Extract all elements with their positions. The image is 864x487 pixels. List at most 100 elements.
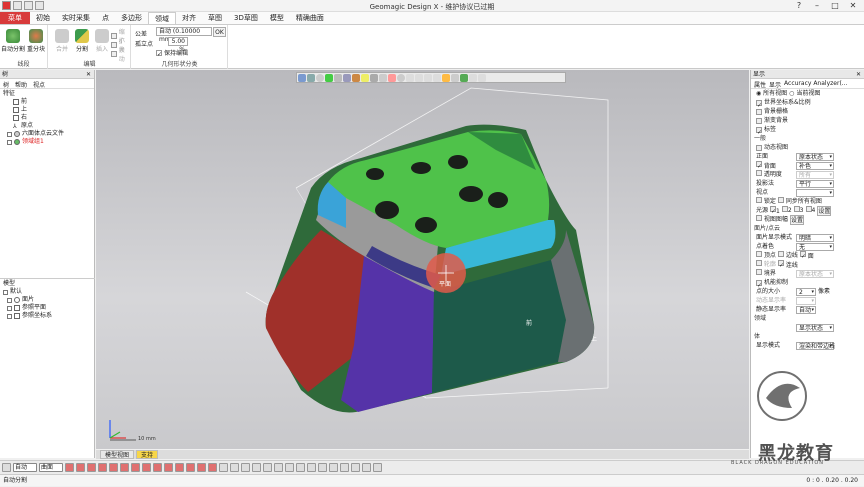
model-item-ref-plane[interactable]: 参照平面 bbox=[3, 304, 92, 312]
view-right-btn-icon[interactable] bbox=[274, 463, 283, 472]
auto-segment-button[interactable]: 自动分割 bbox=[1, 27, 25, 53]
boundary-select[interactable]: 原本状态 bbox=[796, 269, 834, 278]
tree-item-origin[interactable]: ⅄ 原点 bbox=[3, 122, 91, 130]
transparency-select[interactable]: 所有 bbox=[796, 170, 834, 179]
check-sync[interactable]: 同步所有视图 bbox=[777, 197, 822, 206]
filter-ref-icon[interactable] bbox=[208, 463, 217, 472]
region-mode-select[interactable]: 显示状态 bbox=[796, 323, 834, 332]
close-icon[interactable]: ✕ bbox=[844, 0, 862, 12]
menu-start[interactable]: 初始 bbox=[30, 12, 56, 24]
check-vertex[interactable]: 顶点 bbox=[756, 251, 776, 260]
model-item-ref-coord[interactable]: 参照坐标系 bbox=[3, 312, 92, 320]
pin-icon[interactable]: ✕ bbox=[86, 70, 91, 79]
view-bottom-btn-icon[interactable] bbox=[296, 463, 305, 472]
visibility-icon[interactable] bbox=[230, 463, 239, 472]
zoom-out-icon[interactable] bbox=[340, 463, 349, 472]
model-item-mesh[interactable]: 面片 bbox=[3, 296, 92, 304]
filter-face-icon[interactable] bbox=[87, 463, 96, 472]
mesh-mode-select[interactable]: 明暗 bbox=[796, 233, 834, 242]
settings-gear-icon[interactable] bbox=[219, 463, 228, 472]
view-tag-settings-button[interactable]: 设置 bbox=[789, 214, 804, 225]
check-world-coord[interactable]: ✓ 世界坐标系&比例 bbox=[751, 98, 864, 109]
check-face[interactable]: ✓ 面 bbox=[799, 250, 814, 261]
help-icon[interactable]: ? bbox=[790, 0, 808, 12]
display-mode-select[interactable]: 渲染和带边线 bbox=[796, 341, 835, 350]
filter-mesh-icon[interactable] bbox=[120, 463, 129, 472]
tree-item-region-group[interactable]: 领域组1 bbox=[3, 138, 91, 146]
maximize-icon[interactable]: □ bbox=[826, 0, 844, 12]
tab-help[interactable]: 帮助 bbox=[15, 80, 27, 89]
zoom-in-icon[interactable] bbox=[329, 463, 338, 472]
tab-viewpoint[interactable]: 视点 bbox=[33, 80, 45, 89]
light-1[interactable]: ✓1 bbox=[770, 205, 780, 216]
check-view-tag[interactable]: 视图图幅 bbox=[756, 215, 788, 224]
filter-coord-icon[interactable] bbox=[175, 463, 184, 472]
filter-curve-icon[interactable] bbox=[142, 463, 151, 472]
expand-icon[interactable] bbox=[7, 305, 12, 311]
filter-body-icon[interactable] bbox=[98, 463, 107, 472]
filter-sketch-icon[interactable] bbox=[131, 463, 140, 472]
boundary-label[interactable]: 境界 bbox=[756, 269, 794, 278]
dynamic-rate-spinner[interactable] bbox=[796, 296, 816, 305]
back-label[interactable]: ✓ 背面 bbox=[756, 160, 794, 171]
tab-display[interactable]: 显示 bbox=[769, 80, 781, 89]
filter-vector-icon[interactable] bbox=[164, 463, 173, 472]
menu-align[interactable]: 对齐 bbox=[176, 12, 202, 24]
radio-all-views[interactable]: ◉ 所有视图 bbox=[756, 89, 787, 98]
check-gradient-bg[interactable]: 渐变背景 bbox=[751, 116, 864, 125]
pan-icon[interactable] bbox=[351, 463, 360, 472]
expand-icon[interactable] bbox=[7, 131, 12, 137]
selection-mode-select[interactable]: 自动 bbox=[13, 463, 37, 472]
tree-item-front[interactable]: 前 bbox=[3, 98, 91, 106]
check-dynamic-view[interactable]: 动态视图 bbox=[751, 143, 864, 152]
tree-item-right[interactable]: 右 bbox=[3, 114, 91, 122]
minimize-icon[interactable]: – bbox=[808, 0, 826, 12]
viewpoint-select[interactable] bbox=[796, 188, 834, 197]
tab-support[interactable]: 支持 bbox=[136, 450, 159, 459]
menu-file[interactable]: 菜单 bbox=[0, 12, 30, 24]
filter-region-icon[interactable] bbox=[109, 463, 118, 472]
expand-icon[interactable] bbox=[3, 289, 8, 295]
menu-3d-sketch[interactable]: 3D草图 bbox=[228, 12, 264, 24]
ok-button[interactable]: OK bbox=[213, 27, 226, 37]
tab-model-view[interactable]: 模型视图 bbox=[100, 450, 135, 459]
snap-icon[interactable] bbox=[2, 463, 11, 472]
check-bg-grid[interactable]: 背景栅格 bbox=[751, 107, 864, 116]
expand-icon[interactable] bbox=[7, 297, 12, 303]
model-item-default[interactable]: 默认 bbox=[3, 288, 92, 296]
filter-cloud-icon[interactable] bbox=[186, 463, 195, 472]
front-select[interactable]: 原本状态 bbox=[796, 152, 834, 161]
tab-accuracy-analyzer[interactable]: Accuracy Analyzer(... bbox=[784, 80, 847, 87]
rotate-icon[interactable] bbox=[362, 463, 371, 472]
menu-sketch[interactable]: 草图 bbox=[202, 12, 228, 24]
view-iso-btn-icon[interactable] bbox=[307, 463, 316, 472]
projection-select[interactable]: 平行 bbox=[796, 179, 834, 188]
check-outline[interactable]: 轮廓 bbox=[756, 260, 776, 269]
check-labels[interactable]: ✓ 标签 bbox=[751, 125, 864, 136]
3d-viewport[interactable]: 前 上 平面 10 mm bbox=[96, 70, 749, 449]
menu-point[interactable]: 点 bbox=[96, 12, 115, 24]
radio-current-view[interactable]: ○ 当前视图 bbox=[789, 89, 820, 98]
view-front-btn-icon[interactable] bbox=[241, 463, 250, 472]
tree-item-pointcloud[interactable]: 六面体点云文件 bbox=[3, 130, 91, 138]
measure-icon[interactable] bbox=[373, 463, 382, 472]
menu-polygon[interactable]: 多边形 bbox=[115, 12, 148, 24]
point-color-select[interactable]: 无 bbox=[796, 242, 834, 251]
filter-plane-icon[interactable] bbox=[153, 463, 162, 472]
tab-tree[interactable]: 树 bbox=[3, 80, 9, 89]
check-suppress[interactable]: ✓ 机能抑制 bbox=[751, 278, 864, 289]
view-left-btn-icon[interactable] bbox=[263, 463, 272, 472]
menu-live-capture[interactable]: 实时采集 bbox=[56, 12, 96, 24]
check-wire[interactable]: ✓ 连线 bbox=[777, 259, 798, 270]
tolerance-input[interactable]: 自动 (0.10000 mm bbox=[156, 27, 212, 43]
menu-exact-surface[interactable]: 精确曲面 bbox=[290, 12, 330, 24]
transparency-label[interactable]: 透明度 bbox=[756, 170, 794, 179]
light-4[interactable]: 4 bbox=[805, 206, 815, 215]
menu-region[interactable]: 领域 bbox=[148, 12, 176, 24]
close-icon[interactable]: ✕ bbox=[856, 70, 861, 79]
resegment-button[interactable]: 重分块 bbox=[24, 27, 48, 53]
point-size-spinner[interactable]: 2 bbox=[796, 287, 816, 296]
expand-icon[interactable] bbox=[7, 313, 12, 319]
menu-model[interactable]: 模型 bbox=[264, 12, 290, 24]
filter-point-icon[interactable] bbox=[65, 463, 74, 472]
